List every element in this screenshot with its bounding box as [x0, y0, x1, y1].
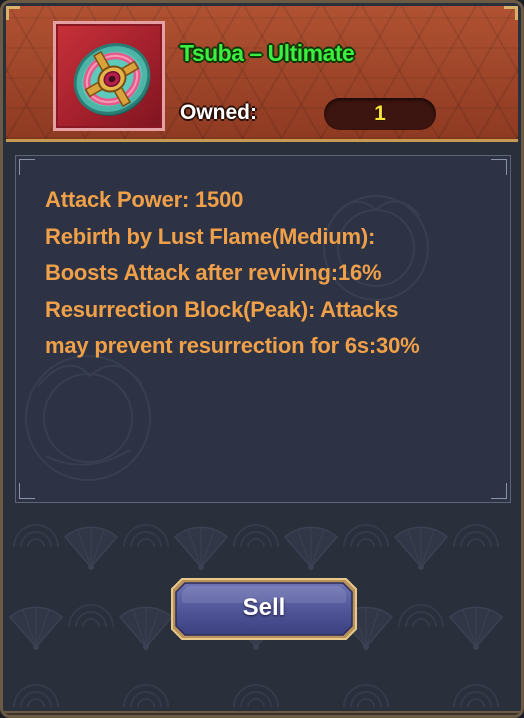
item-detail-panel: Tsuba – Ultimate Owned: 1 Attack Power: … — [0, 0, 524, 718]
corner-ornament — [19, 159, 35, 175]
item-title: Tsuba – Ultimate — [180, 40, 355, 66]
header-corner-ornament — [6, 6, 20, 20]
stat-line: Rebirth by Lust Flame(Medium): — [45, 223, 376, 249]
owned-label: Owned: — [180, 101, 257, 124]
corner-ornament — [491, 159, 507, 175]
corner-ornament — [19, 483, 35, 499]
bottom-frame-border — [3, 711, 521, 715]
stat-line: Attack Power: 1500 — [45, 187, 244, 212]
sell-button[interactable]: Sell — [170, 577, 358, 641]
corner-ornament — [491, 483, 507, 499]
description-panel: Attack Power: 1500 Rebirth by Lust Flame… — [15, 155, 511, 503]
item-icon-frame — [53, 21, 165, 131]
item-header: Tsuba – Ultimate Owned: 1 — [6, 6, 518, 142]
description-text: Attack Power: 1500 Rebirth by Lust Flame… — [45, 182, 505, 365]
owned-count-badge: 1 — [324, 98, 436, 130]
stat-line: may prevent resurrection for 6s:30% — [45, 333, 420, 358]
owned-count: 1 — [374, 102, 386, 125]
sell-button-label: Sell — [242, 594, 286, 621]
header-corner-ornament — [504, 6, 518, 20]
stat-line: Boosts Attack after reviving:16% — [45, 260, 382, 285]
tsuba-icon — [73, 43, 151, 116]
stat-line: Resurrection Block(Peak): Attacks — [45, 296, 399, 322]
